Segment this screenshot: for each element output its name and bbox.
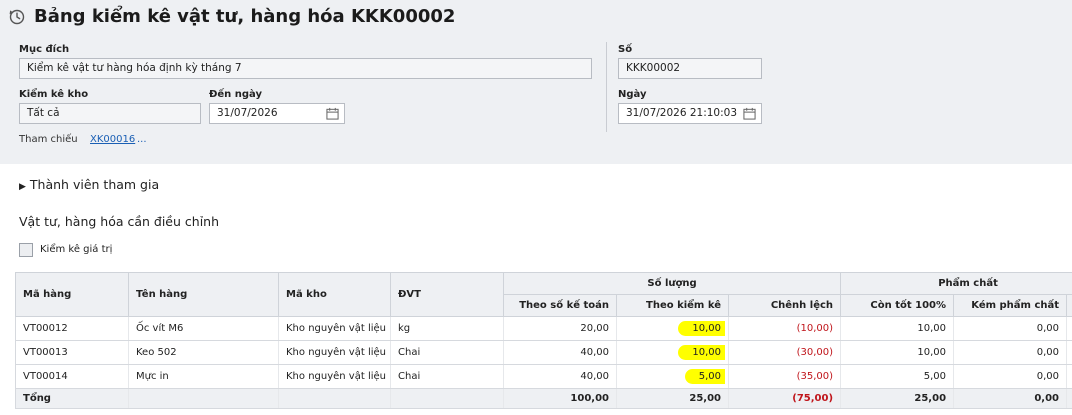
cell-difference[interactable]: (10,00)	[728, 316, 842, 341]
total-empty	[390, 388, 504, 409]
cell-good[interactable]: 5,00	[840, 364, 955, 389]
to-date-value: 31/07/2026	[217, 107, 278, 119]
cell-good[interactable]: 10,00	[840, 340, 955, 365]
page-title: Bảng kiểm kê vật tư, hàng hóa KKK00002	[34, 6, 456, 27]
col-header-difference[interactable]: Chênh lệch	[727, 294, 842, 317]
cell-difference[interactable]: (30,00)	[728, 340, 842, 365]
cell-poor[interactable]: 0,00	[953, 364, 1068, 389]
cell-counted-qty[interactable]: 5,00	[616, 364, 729, 389]
form-divider	[606, 42, 607, 132]
cell-name[interactable]: Ốc vít M6	[128, 316, 279, 341]
reference-link[interactable]: XK00016	[90, 134, 135, 145]
col-header-extra	[1066, 294, 1072, 317]
cell-counted-qty[interactable]: 10,00	[616, 316, 729, 341]
total-counted-qty: 25,00	[616, 388, 729, 409]
date-input[interactable]: 31/07/2026 21:10:03	[618, 103, 762, 124]
members-toggle[interactable]: ▶ Thành viên tham gia	[19, 177, 159, 192]
table-row[interactable]: VT00013 Keo 502 Kho nguyên vật liệu Chai…	[15, 340, 1072, 365]
cell-poor[interactable]: 0,00	[953, 316, 1068, 341]
cell-book-qty[interactable]: 40,00	[503, 364, 617, 389]
history-clock-icon[interactable]	[9, 9, 25, 25]
table-row[interactable]: VT00012 Ốc vít M6 Kho nguyên vật liệu kg…	[15, 316, 1072, 341]
total-difference: (75,00)	[728, 388, 842, 409]
total-poor: 0,00	[953, 388, 1068, 409]
highlight-mark: 10,00	[678, 321, 725, 336]
cell-counted-qty[interactable]: 10,00	[616, 340, 729, 365]
date-value: 31/07/2026 21:10:03	[626, 107, 738, 119]
col-header-book-qty[interactable]: Theo số kế toán	[503, 294, 617, 317]
cell-name[interactable]: Mực in	[128, 364, 279, 389]
col-header-warehouse[interactable]: Mã kho	[278, 272, 391, 317]
purpose-label: Mục đích	[19, 44, 70, 55]
caret-right-icon: ▶	[19, 182, 26, 192]
cell-warehouse[interactable]: Kho nguyên vật liệu	[278, 364, 391, 389]
col-header-code[interactable]: Mã hàng	[15, 272, 129, 317]
members-label: Thành viên tham gia	[29, 177, 160, 192]
cell-poor[interactable]: 0,00	[953, 340, 1068, 365]
total-good: 25,00	[840, 388, 955, 409]
cell-unit[interactable]: kg	[390, 316, 504, 341]
total-book-qty: 100,00	[503, 388, 617, 409]
value-count-label: Kiểm kê giá trị	[40, 244, 113, 255]
warehouse-select[interactable]: Tất cả	[19, 103, 201, 124]
calendar-icon[interactable]	[326, 107, 339, 120]
purpose-input[interactable]: Kiểm kê vật tư hàng hóa định kỳ tháng 7	[19, 58, 592, 79]
col-header-good[interactable]: Còn tốt 100%	[840, 294, 955, 317]
col-group-quantity: Số lượng	[502, 272, 842, 295]
cell-code[interactable]: VT00012	[15, 316, 129, 341]
number-label: Số	[618, 44, 633, 55]
adjust-section-title: Vật tư, hàng hóa cần điều chỉnh	[19, 214, 220, 229]
cell-code[interactable]: VT00013	[15, 340, 129, 365]
total-empty	[1066, 388, 1072, 409]
total-label: Tổng	[15, 388, 129, 409]
cell-extra	[1066, 316, 1072, 341]
cell-extra	[1066, 364, 1072, 389]
highlight-mark: 10,00	[678, 345, 725, 360]
cell-difference[interactable]: (35,00)	[728, 364, 842, 389]
total-row: Tổng 100,00 25,00 (75,00) 25,00 0,00	[15, 388, 1072, 409]
total-empty	[278, 388, 391, 409]
to-date-input[interactable]: 31/07/2026	[209, 103, 345, 124]
warehouse-label: Kiểm kê kho	[19, 89, 89, 100]
title-bar: Bảng kiểm kê vật tư, hàng hóa KKK00002	[0, 0, 1072, 34]
cell-warehouse[interactable]: Kho nguyên vật liệu	[278, 316, 391, 341]
to-date-label: Đến ngày	[209, 89, 262, 100]
reference-label: Tham chiếu	[19, 134, 78, 145]
cell-code[interactable]: VT00014	[15, 364, 129, 389]
cell-unit[interactable]: Chai	[390, 364, 504, 389]
col-header-counted-qty[interactable]: Theo kiểm kê	[616, 294, 729, 317]
cell-book-qty[interactable]: 20,00	[503, 316, 617, 341]
col-header-poor[interactable]: Kém phẩm chất	[953, 294, 1068, 317]
cell-name[interactable]: Keo 502	[128, 340, 279, 365]
inventory-table: Mã hàng Tên hàng Mã kho ĐVT Số lượng Phẩ…	[15, 272, 1072, 409]
voucher-form: Mục đích Kiểm kê vật tư hàng hóa định kỳ…	[0, 34, 1072, 164]
cell-book-qty[interactable]: 40,00	[503, 340, 617, 365]
value-count-checkbox[interactable]	[19, 243, 33, 257]
cell-good[interactable]: 10,00	[840, 316, 955, 341]
col-header-name[interactable]: Tên hàng	[128, 272, 279, 317]
table-row[interactable]: VT00014 Mực in Kho nguyên vật liệu Chai …	[15, 364, 1072, 389]
cell-unit[interactable]: Chai	[390, 340, 504, 365]
calendar-icon[interactable]	[743, 107, 756, 120]
cell-extra	[1066, 340, 1072, 365]
number-input[interactable]: KKK00002	[618, 58, 762, 79]
date-label: Ngày	[618, 89, 647, 100]
col-header-unit[interactable]: ĐVT	[390, 272, 504, 317]
reference-more-link[interactable]: ...	[137, 134, 147, 145]
col-group-quality: Phẩm chất	[840, 272, 1072, 295]
cell-warehouse[interactable]: Kho nguyên vật liệu	[278, 340, 391, 365]
total-empty	[128, 388, 279, 409]
highlight-mark: 5,00	[684, 369, 725, 384]
